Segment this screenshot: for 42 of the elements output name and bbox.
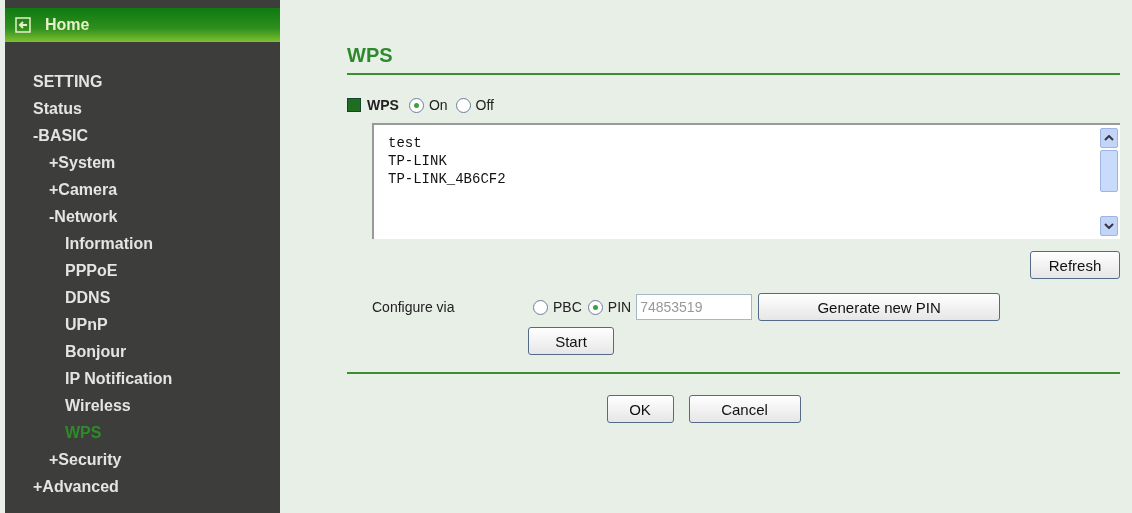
scroll-up-icon[interactable]	[1104, 135, 1114, 141]
scroll-thumb[interactable]	[1100, 150, 1118, 192]
sidebar-item[interactable]: UPnP	[65, 311, 108, 338]
sidebar-item[interactable]: SETTING	[33, 68, 103, 95]
radio-button[interactable]	[533, 299, 548, 315]
ssid-entry[interactable]: TP-LINK	[388, 152, 447, 170]
bullet-icon	[347, 98, 361, 112]
radio-label: On	[428, 97, 448, 113]
home-link[interactable]: Home	[45, 16, 90, 34]
sidebar-item[interactable]: -BASIC	[33, 122, 89, 149]
refresh-button[interactable]: Refresh	[1030, 251, 1120, 279]
sidebar-item[interactable]: Information	[65, 230, 153, 257]
page-title: WPS	[347, 44, 394, 67]
scroll-up-button[interactable]	[1100, 128, 1118, 148]
sidebar-item[interactable]: +Security	[49, 446, 122, 473]
configure-label: Configure via	[372, 299, 456, 315]
sidebar-item[interactable]: Bonjour	[65, 338, 127, 365]
radio-button[interactable]	[587, 299, 603, 315]
ok-button[interactable]: OK	[606, 395, 674, 423]
ssid-entry[interactable]: TP-LINK_4B6CF2	[388, 170, 506, 188]
sidebar-item[interactable]: -Network	[49, 203, 118, 230]
scroll-down-button[interactable]	[1100, 216, 1118, 236]
scroll-down-icon[interactable]	[1104, 223, 1114, 229]
radio-button[interactable]	[455, 97, 471, 113]
generate-pin-button[interactable]: Generate new PIN	[758, 293, 1001, 321]
radio-button[interactable]	[408, 97, 424, 113]
wps-label: WPS	[367, 97, 399, 113]
sidebar-item[interactable]: PPPoE	[65, 257, 118, 284]
sidebar-item[interactable]: +System	[49, 149, 116, 176]
start-button[interactable]: Start	[528, 327, 614, 355]
sidebar-item[interactable]: +Camera	[49, 176, 118, 203]
radio-label: PIN	[607, 299, 632, 315]
sidebar-item[interactable]: +Advanced	[33, 473, 119, 500]
sidebar-item[interactable]: Wireless	[65, 392, 131, 419]
sidebar-item[interactable]: IP Notification	[65, 365, 173, 392]
cancel-button[interactable]: Cancel	[688, 395, 801, 423]
radio-label: PBC	[553, 299, 582, 315]
network-list[interactable]: test TP-LINK TP-LINK_4B6CF2	[372, 123, 1120, 239]
radio-label: Off	[475, 97, 494, 113]
sidebar-item[interactable]: Status	[33, 95, 82, 122]
ssid-entry[interactable]: test	[388, 134, 422, 152]
sidebar-item[interactable]: DDNS	[65, 284, 111, 311]
